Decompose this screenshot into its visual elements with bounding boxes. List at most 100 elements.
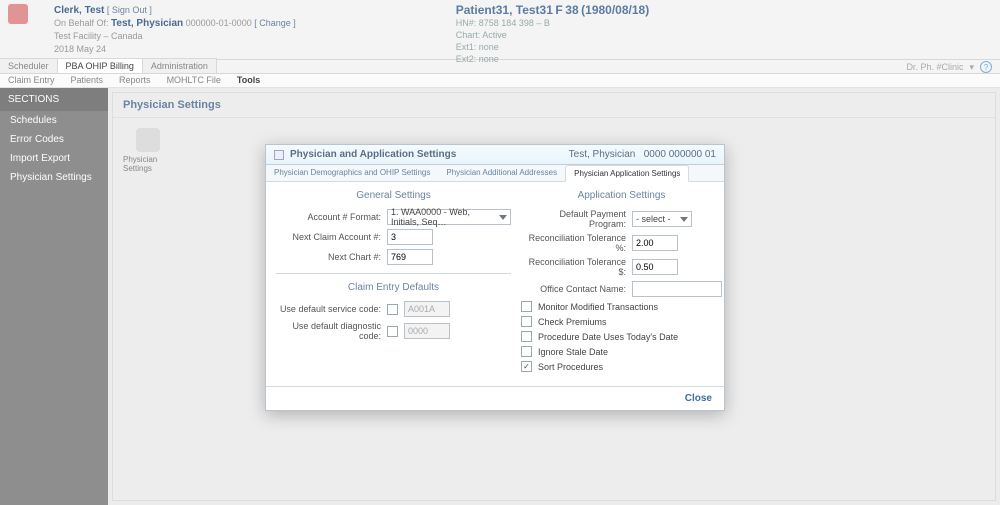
next-chart-input[interactable] (387, 249, 433, 265)
modal-icon (274, 150, 284, 160)
default-service-checkbox[interactable] (387, 304, 398, 315)
modal-physician: Test, Physician 0000 000000 01 (569, 149, 716, 160)
sidebar-item-physician-settings[interactable]: Physician Settings (0, 168, 108, 187)
chevron-down-icon (680, 217, 688, 222)
ext1-label: Ext1: (456, 42, 477, 52)
modal-footer: Close (266, 386, 724, 410)
rtp-label: Reconciliation Tolerance %: (521, 233, 626, 253)
sidebar-item-import-export[interactable]: Import Export (0, 149, 108, 168)
contact-input[interactable] (632, 281, 722, 297)
sections-sidebar: SECTIONS Schedules Error Codes Import Ex… (0, 88, 108, 505)
rtp-input[interactable] (632, 235, 678, 251)
sidebar-item-error-codes[interactable]: Error Codes (0, 130, 108, 149)
current-user-label: Dr. Ph. #Clinic (906, 62, 963, 72)
dpp-value: - select - (636, 214, 671, 224)
signout-link[interactable]: [ Sign Out ] (107, 5, 152, 15)
patient-block: Patient31, Test31 F 38 (1980/08/18) HN#:… (456, 4, 649, 65)
settings-modal: Physician and Application Settings Test,… (265, 144, 725, 411)
hn-label: HN#: (456, 18, 477, 28)
subtab-claim-entry[interactable]: Claim Entry (0, 74, 63, 87)
rtd-label: Reconciliation Tolerance $: (521, 257, 626, 277)
hn-value: 8758 184 398 – B (479, 18, 550, 28)
account-format-value: 1. WAA0000 - Web, Initials, Seq… (391, 207, 499, 227)
modal-tabs: Physician Demographics and OHIP Settings… (266, 165, 724, 182)
default-diag-label: Use default diagnostic code: (276, 321, 381, 341)
close-button[interactable]: Close (685, 393, 712, 404)
header-right: Dr. Ph. #Clinic ▾ ? (906, 61, 1000, 73)
flag-premiums-label: Check Premiums (538, 317, 607, 327)
chevron-down-icon (499, 215, 507, 220)
modal-tab-demographics[interactable]: Physician Demographics and OHIP Settings (266, 165, 438, 181)
physician-settings-card[interactable]: Physician Settings (123, 128, 173, 173)
page-title: Physician Settings (113, 93, 995, 118)
ext2-label: Ext2: (456, 54, 477, 64)
tab-scheduler[interactable]: Scheduler (0, 58, 58, 73)
sections-header: SECTIONS (0, 88, 108, 111)
flag-stale-checkbox[interactable] (521, 346, 532, 357)
subtab-reports[interactable]: Reports (111, 74, 159, 87)
chart-value: Active (482, 30, 507, 40)
patient-dob: (1980/08/18) (581, 3, 649, 17)
app-logo-icon (8, 4, 28, 24)
modal-titlebar: Physician and Application Settings Test,… (266, 145, 724, 165)
flag-monitor-checkbox[interactable] (521, 301, 532, 312)
patient-name[interactable]: Patient31, Test31 (456, 3, 553, 17)
help-icon[interactable]: ? (980, 61, 992, 73)
account-format-select[interactable]: 1. WAA0000 - Web, Initials, Seq… (387, 209, 511, 225)
next-chart-label: Next Chart #: (276, 252, 381, 262)
modal-title: Physician and Application Settings (290, 149, 456, 160)
tab-ohip-billing[interactable]: PBA OHIP Billing (57, 58, 143, 73)
modal-phys-name: Test, Physician (569, 149, 636, 160)
subtab-patients[interactable]: Patients (63, 74, 112, 87)
patient-age: 38 (565, 3, 578, 17)
tab-administration[interactable]: Administration (142, 58, 217, 73)
flag-procdate-checkbox[interactable] (521, 331, 532, 342)
on-behalf-name: Test, Physician (111, 18, 183, 29)
clerk-name: Clerk, Test (54, 5, 104, 16)
subtab-tools[interactable]: Tools (229, 74, 268, 87)
dpp-label: Default Payment Program: (521, 209, 626, 229)
flag-stale-label: Ignore Stale Date (538, 347, 608, 357)
general-settings-column: General Settings Account # Format: 1. WA… (276, 188, 511, 374)
modal-tab-app-settings[interactable]: Physician Application Settings (565, 165, 689, 182)
account-format-label: Account # Format: (276, 212, 381, 222)
rtd-input[interactable] (632, 259, 678, 275)
physician-settings-icon (136, 128, 160, 152)
next-claim-input[interactable] (387, 229, 433, 245)
card-label: Physician Settings (123, 155, 173, 173)
app-settings-heading: Application Settings (521, 190, 722, 201)
modal-phys-codes: 0000 000000 01 (644, 149, 716, 160)
on-behalf-id: 000000-01-0000 (186, 18, 252, 28)
sidebar-item-schedules[interactable]: Schedules (0, 111, 108, 130)
default-service-input[interactable] (404, 301, 450, 317)
change-link[interactable]: [ Change ] (254, 18, 296, 28)
contact-label: Office Contact Name: (521, 284, 626, 294)
clerk-block: Clerk, Test [ Sign Out ] On Behalf Of: T… (54, 4, 296, 56)
ext1-value: none (479, 42, 499, 52)
app-header: Clerk, Test [ Sign Out ] On Behalf Of: T… (0, 0, 1000, 60)
default-service-label: Use default service code: (276, 304, 381, 314)
facility-name: Test Facility – Canada (54, 31, 143, 41)
patient-sex: F (555, 3, 562, 17)
general-settings-heading: General Settings (276, 190, 511, 201)
divider (276, 273, 511, 274)
flag-procdate-label: Procedure Date Uses Today's Date (538, 332, 678, 342)
dropdown-icon[interactable]: ▾ (969, 62, 974, 73)
header-date: 2018 May 24 (54, 44, 106, 54)
flag-premiums-checkbox[interactable] (521, 316, 532, 327)
app-settings-column: Application Settings Default Payment Pro… (521, 188, 722, 374)
default-diag-input[interactable] (404, 323, 450, 339)
subtab-mohltc[interactable]: MOHLTC File (159, 74, 229, 87)
next-claim-label: Next Claim Account #: (276, 232, 381, 242)
ext2-value: none (479, 54, 499, 64)
sub-tabs: Claim Entry Patients Reports MOHLTC File… (0, 74, 1000, 88)
flag-monitor-label: Monitor Modified Transactions (538, 302, 658, 312)
flag-sort-checkbox[interactable]: ✓ (521, 361, 532, 372)
flag-sort-label: Sort Procedures (538, 362, 603, 372)
modal-tab-addresses[interactable]: Physician Additional Addresses (438, 165, 565, 181)
chart-label: Chart: (456, 30, 481, 40)
dpp-select[interactable]: - select - (632, 211, 692, 227)
on-behalf-label: On Behalf Of: (54, 18, 109, 28)
default-diag-checkbox[interactable] (387, 326, 398, 337)
claim-defaults-heading: Claim Entry Defaults (276, 282, 511, 293)
